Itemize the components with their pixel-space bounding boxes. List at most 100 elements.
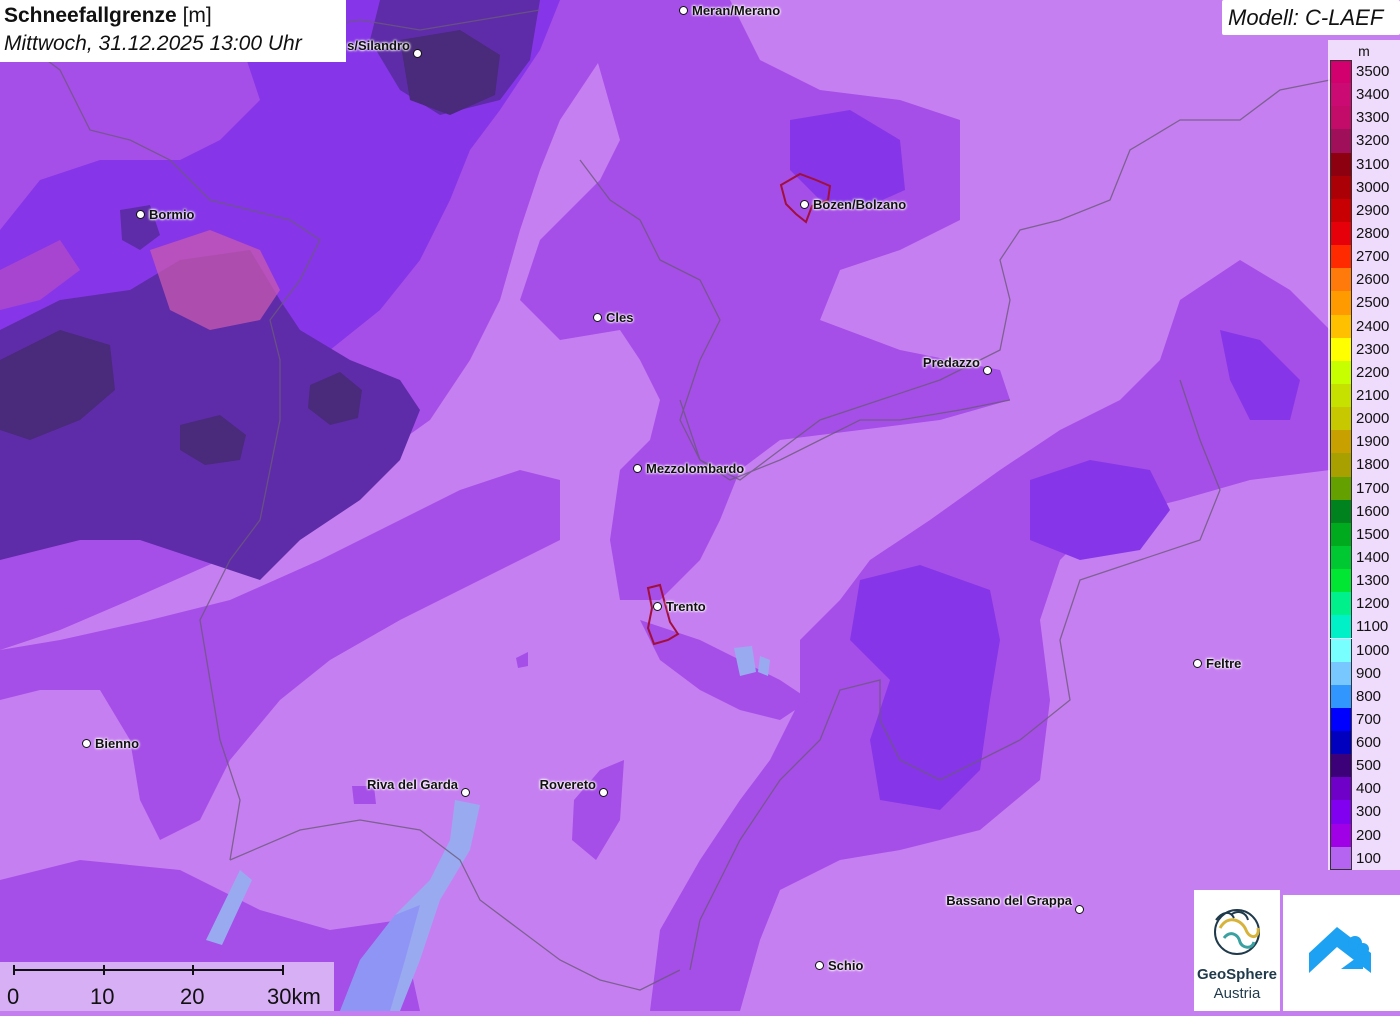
legend-row: 1400 bbox=[1330, 545, 1400, 570]
legend-row: 1200 bbox=[1330, 592, 1400, 616]
legend-swatch bbox=[1330, 522, 1352, 546]
legend-row: 600 bbox=[1330, 731, 1400, 755]
legend-label: 1500 bbox=[1356, 525, 1390, 543]
legend-label: 2700 bbox=[1356, 248, 1390, 266]
legend-row: 2500 bbox=[1330, 291, 1400, 315]
legend-swatch bbox=[1330, 707, 1352, 732]
legend-row: 1000 bbox=[1330, 638, 1400, 662]
city-dot bbox=[633, 464, 642, 473]
legend-row: 200 bbox=[1330, 823, 1400, 847]
legend-label: 2100 bbox=[1356, 386, 1390, 404]
legend-row: 3000 bbox=[1330, 175, 1400, 199]
scale-bar: 0 10 20 30km bbox=[0, 962, 334, 1011]
city-label: Bienno bbox=[95, 736, 140, 751]
legend-row: 2100 bbox=[1330, 383, 1400, 408]
legend-swatch bbox=[1330, 314, 1352, 338]
city-dot bbox=[653, 602, 662, 611]
map-datetime: Mittwoch, 31.12.2025 13:00 Uhr bbox=[4, 32, 302, 55]
legend-label: 3100 bbox=[1356, 155, 1390, 173]
legend-swatch bbox=[1330, 731, 1352, 755]
title-unit: [m] bbox=[182, 4, 212, 27]
legend-swatch bbox=[1330, 754, 1352, 778]
city-dot bbox=[815, 961, 824, 970]
legend-swatch bbox=[1330, 152, 1352, 176]
city-label: Feltre bbox=[1206, 656, 1242, 671]
legend-swatch bbox=[1330, 846, 1352, 870]
title-text: Schneefallgrenze bbox=[4, 4, 177, 27]
snowline-map[interactable] bbox=[0, 0, 1400, 1011]
legend-label: 2300 bbox=[1356, 340, 1390, 358]
legend-label: 2800 bbox=[1356, 224, 1390, 242]
legend-swatch bbox=[1330, 615, 1352, 639]
city-dot bbox=[593, 313, 602, 322]
legend-row: 700 bbox=[1330, 707, 1400, 732]
app-logo[interactable] bbox=[1283, 895, 1400, 1011]
legend-swatch bbox=[1330, 221, 1352, 246]
legend-row: 2600 bbox=[1330, 268, 1400, 292]
legend-label: 2600 bbox=[1356, 271, 1390, 289]
legend-row: 2800 bbox=[1330, 221, 1400, 246]
legend-row: 400 bbox=[1330, 777, 1400, 801]
legend-swatch bbox=[1330, 592, 1352, 616]
legend-swatch bbox=[1330, 268, 1352, 292]
city-label: Trento bbox=[666, 599, 706, 614]
map-title: Schneefallgrenze [m] bbox=[4, 4, 212, 28]
legend-label: 1300 bbox=[1356, 572, 1390, 590]
house-cloud-icon bbox=[1309, 927, 1371, 973]
legend-label: 3400 bbox=[1356, 86, 1390, 104]
legend-label: 600 bbox=[1356, 734, 1382, 752]
legend-label: 3000 bbox=[1356, 178, 1390, 196]
legend-row: 800 bbox=[1330, 684, 1400, 708]
legend-row: 2900 bbox=[1330, 198, 1400, 222]
city-dot bbox=[413, 49, 422, 58]
legend-unit: m bbox=[1358, 43, 1370, 59]
legend-label: 2400 bbox=[1356, 317, 1390, 335]
city-label: Bozen/Bolzano bbox=[813, 197, 907, 212]
legend-row: 2000 bbox=[1330, 407, 1400, 431]
legend-swatch bbox=[1330, 198, 1352, 222]
city-dot bbox=[1193, 659, 1202, 668]
city-dot bbox=[800, 200, 809, 209]
legend-label: 300 bbox=[1356, 803, 1382, 821]
model-label: Modell: C-LAEF bbox=[1228, 5, 1384, 30]
legend-swatch bbox=[1330, 407, 1352, 431]
legend-label: 1800 bbox=[1356, 456, 1390, 474]
legend-swatch bbox=[1330, 245, 1352, 269]
city-label: Schio bbox=[828, 958, 864, 973]
legend-row: 3500 bbox=[1330, 60, 1400, 84]
legend-swatch bbox=[1330, 129, 1352, 153]
city-label: Bormio bbox=[149, 207, 195, 222]
legend-row: 1900 bbox=[1330, 430, 1400, 454]
legend-swatch bbox=[1330, 638, 1352, 662]
legend-label: 2900 bbox=[1356, 201, 1390, 219]
geosphere-logo[interactable]: GeoSphere Austria bbox=[1194, 890, 1280, 1011]
legend-swatch bbox=[1330, 175, 1352, 199]
scale-label-20: 20 bbox=[180, 984, 205, 1009]
legend-row: 3400 bbox=[1330, 83, 1400, 107]
legend-row: 3300 bbox=[1330, 106, 1400, 130]
legend-row: 1100 bbox=[1330, 615, 1400, 639]
legend-label: 3200 bbox=[1356, 132, 1390, 150]
city-label: Mezzolombardo bbox=[646, 461, 745, 476]
legend-row: 500 bbox=[1330, 754, 1400, 778]
legend-row: 2700 bbox=[1330, 245, 1400, 269]
legend-label: 3500 bbox=[1356, 63, 1390, 80]
legend-swatch bbox=[1330, 60, 1352, 84]
map-title-box: Schneefallgrenze [m] Mittwoch, 31.12.202… bbox=[0, 0, 346, 62]
legend-row: 1500 bbox=[1330, 522, 1400, 546]
legend-swatch bbox=[1330, 83, 1352, 107]
city-label: Predazzo bbox=[922, 355, 980, 370]
legend-row: 1300 bbox=[1330, 569, 1400, 593]
city-label: Cles bbox=[606, 310, 634, 325]
legend-label: 700 bbox=[1356, 710, 1382, 728]
city-dot bbox=[136, 210, 145, 219]
city-label: s/Silandro bbox=[347, 38, 410, 53]
legend-row: 100 bbox=[1330, 846, 1400, 870]
legend-swatch bbox=[1330, 823, 1352, 847]
legend-swatch bbox=[1330, 476, 1352, 500]
city-dot bbox=[1075, 905, 1084, 914]
city-label: Bassano del Grappa bbox=[946, 893, 1072, 908]
legend-row: 1800 bbox=[1330, 453, 1400, 477]
legend-swatch bbox=[1330, 106, 1352, 130]
legend-row: 2300 bbox=[1330, 337, 1400, 361]
